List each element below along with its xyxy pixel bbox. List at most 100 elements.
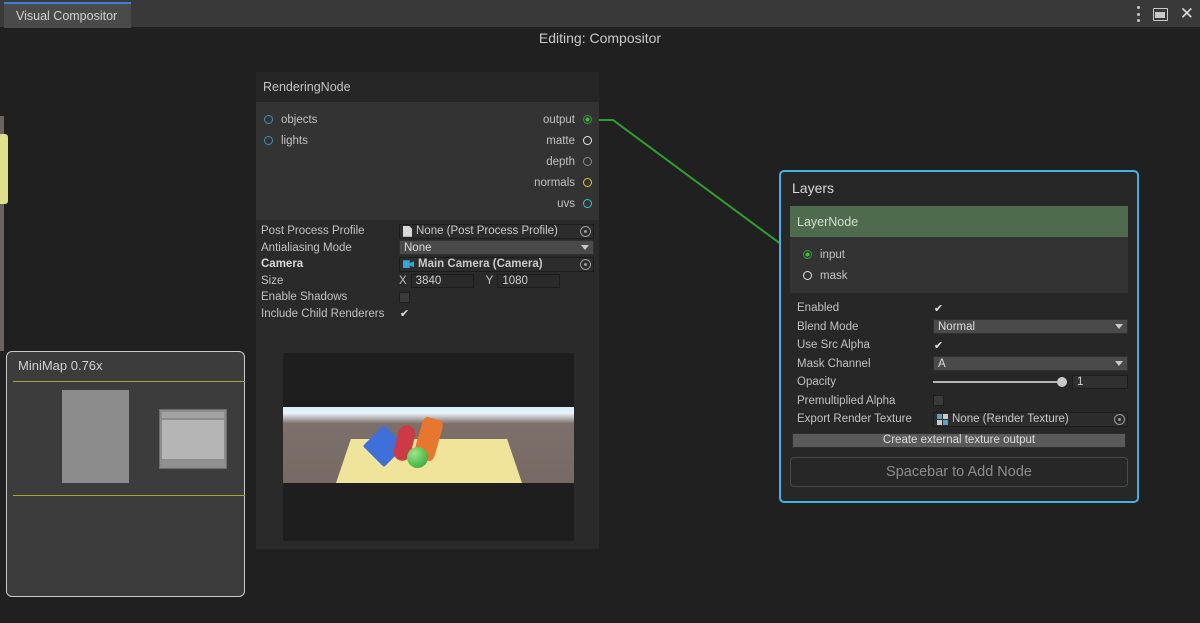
minimap-viewport-rect[interactable]	[13, 381, 245, 496]
rendering-node-title: RenderingNode	[263, 80, 351, 94]
rendering-node-ports: objects lights output matte	[256, 102, 599, 220]
antialiasing-mode-label: Antialiasing Mode	[261, 242, 399, 254]
kebab-menu-icon[interactable]	[1137, 6, 1141, 22]
post-process-profile-label: Post Process Profile	[261, 225, 399, 237]
object-picker-icon[interactable]	[580, 259, 591, 270]
rendering-node-inputs: objects lights	[256, 102, 430, 220]
row-enable-shadows: Enable Shadows	[261, 289, 594, 306]
layers-panel[interactable]: Layers LayerNode input mask	[779, 170, 1139, 503]
enable-shadows-checkbox[interactable]	[399, 292, 410, 303]
preview-sphere	[407, 447, 428, 468]
port-normals-dot-icon[interactable]	[583, 178, 592, 187]
graph-canvas[interactable]: Editing: Compositor RenderingNode object…	[0, 28, 1200, 623]
minimap-node-thumb-layers[interactable]	[159, 409, 227, 469]
row-antialiasing-mode: Antialiasing Mode None	[261, 240, 594, 257]
post-process-profile-field[interactable]: None (Post Process Profile)	[399, 224, 594, 239]
antialiasing-mode-value: None	[404, 242, 581, 254]
port-matte[interactable]: matte	[430, 130, 599, 151]
port-mask-label: mask	[820, 270, 847, 282]
include-child-renderers-label: Include Child Renderers	[261, 308, 399, 320]
include-child-renderers-checkbox[interactable]	[399, 308, 410, 319]
row-use-src-alpha: Use Src Alpha	[790, 336, 1128, 355]
port-depth-dot-icon[interactable]	[583, 157, 592, 166]
layer-node-header[interactable]: LayerNode	[790, 206, 1128, 237]
port-input-dot-icon[interactable]	[803, 250, 812, 259]
offscreen-node-partial[interactable]	[0, 134, 8, 204]
port-objects[interactable]: objects	[256, 109, 430, 130]
port-output-dot-icon[interactable]	[583, 115, 592, 124]
rendering-node-inspector: Post Process Profile None (Post Process …	[256, 220, 599, 326]
row-mask-channel: Mask Channel A	[790, 355, 1128, 374]
use-src-alpha-checkbox[interactable]	[933, 340, 944, 351]
layer-node-title: LayerNode	[797, 215, 858, 229]
premultiplied-alpha-label: Premultiplied Alpha	[790, 395, 933, 407]
port-depth[interactable]: depth	[430, 151, 599, 172]
port-input[interactable]: input	[790, 244, 1128, 265]
row-enabled: Enabled	[790, 299, 1128, 318]
opacity-slider[interactable]	[933, 375, 1067, 389]
opacity-slider-track	[933, 381, 1067, 383]
row-opacity: Opacity 1	[790, 373, 1128, 392]
layer-node-inspector: Enabled Blend Mode Normal Us	[790, 293, 1128, 448]
render-preview	[283, 353, 574, 541]
row-blend-mode: Blend Mode Normal	[790, 318, 1128, 337]
maximize-window-icon[interactable]	[1153, 8, 1168, 21]
minimap-node-thumb-rendering[interactable]	[62, 390, 129, 483]
port-mask-dot-icon[interactable]	[803, 271, 812, 280]
layer-node-ports: input mask	[790, 237, 1128, 293]
blend-mode-dropdown[interactable]: Normal	[933, 319, 1128, 334]
row-size: Size X 3840 Y 1080	[261, 273, 594, 290]
size-x-axis-label: X	[399, 275, 407, 287]
minimap-title: MiniMap 0.76x	[7, 352, 244, 373]
port-objects-dot-icon[interactable]	[264, 115, 273, 124]
use-src-alpha-label: Use Src Alpha	[790, 339, 933, 351]
window-tab-bar: Visual Compositor ✕	[0, 0, 1200, 28]
layer-node[interactable]: LayerNode input mask	[790, 206, 1128, 448]
port-uvs[interactable]: uvs	[430, 193, 599, 214]
blend-mode-value: Normal	[938, 321, 1115, 333]
size-label: Size	[261, 275, 399, 287]
port-uvs-dot-icon[interactable]	[583, 199, 592, 208]
layer-node-inputs: input mask	[790, 237, 1128, 293]
mask-channel-label: Mask Channel	[790, 358, 933, 370]
port-normals[interactable]: normals	[430, 172, 599, 193]
tab-visual-compositor[interactable]: Visual Compositor	[4, 2, 131, 28]
port-matte-dot-icon[interactable]	[583, 136, 592, 145]
object-picker-icon[interactable]	[580, 226, 591, 237]
blend-mode-label: Blend Mode	[790, 321, 933, 333]
rendering-node-outputs: output matte depth normals	[430, 102, 599, 220]
rendering-node[interactable]: RenderingNode objects lights output	[256, 72, 599, 549]
premultiplied-alpha-checkbox[interactable]	[933, 395, 944, 406]
create-external-texture-output-button[interactable]: Create external texture output	[792, 433, 1126, 448]
mask-channel-dropdown[interactable]: A	[933, 356, 1128, 371]
port-output[interactable]: output	[430, 109, 599, 130]
opacity-value-input[interactable]: 1	[1072, 375, 1128, 389]
mask-channel-value: A	[938, 358, 1115, 370]
add-node-button[interactable]: Spacebar to Add Node	[790, 457, 1128, 487]
opacity-slider-handle[interactable]	[1057, 377, 1067, 387]
camera-field[interactable]: Main Camera (Camera)	[399, 257, 594, 272]
enabled-checkbox[interactable]	[933, 303, 944, 314]
port-objects-label: objects	[281, 114, 317, 126]
window-controls: ✕	[1137, 0, 1194, 28]
port-lights-dot-icon[interactable]	[264, 136, 273, 145]
row-premultiplied-alpha: Premultiplied Alpha	[790, 392, 1128, 411]
export-render-texture-field[interactable]: None (Render Texture)	[933, 412, 1128, 427]
tab-label: Visual Compositor	[16, 9, 117, 23]
layers-panel-title: Layers	[792, 180, 1128, 196]
size-y-input[interactable]: 1080	[497, 274, 560, 288]
antialiasing-mode-dropdown[interactable]: None	[399, 240, 594, 255]
rendering-node-header[interactable]: RenderingNode	[256, 72, 599, 102]
size-x-input[interactable]: 3840	[411, 274, 474, 288]
minimap-panel[interactable]: MiniMap 0.76x	[6, 351, 245, 597]
visual-compositor-window: Visual Compositor ✕ Editing: Compositor …	[0, 0, 1200, 623]
port-mask[interactable]: mask	[790, 265, 1128, 286]
enable-shadows-label: Enable Shadows	[261, 291, 399, 303]
object-picker-icon[interactable]	[1114, 414, 1125, 425]
size-y-axis-label: Y	[486, 275, 494, 287]
port-uvs-label: uvs	[557, 198, 575, 210]
close-window-icon[interactable]: ✕	[1180, 6, 1194, 23]
port-lights[interactable]: lights	[256, 130, 430, 151]
export-render-texture-value: None (Render Texture)	[952, 413, 1110, 425]
port-input-label: input	[820, 249, 845, 261]
